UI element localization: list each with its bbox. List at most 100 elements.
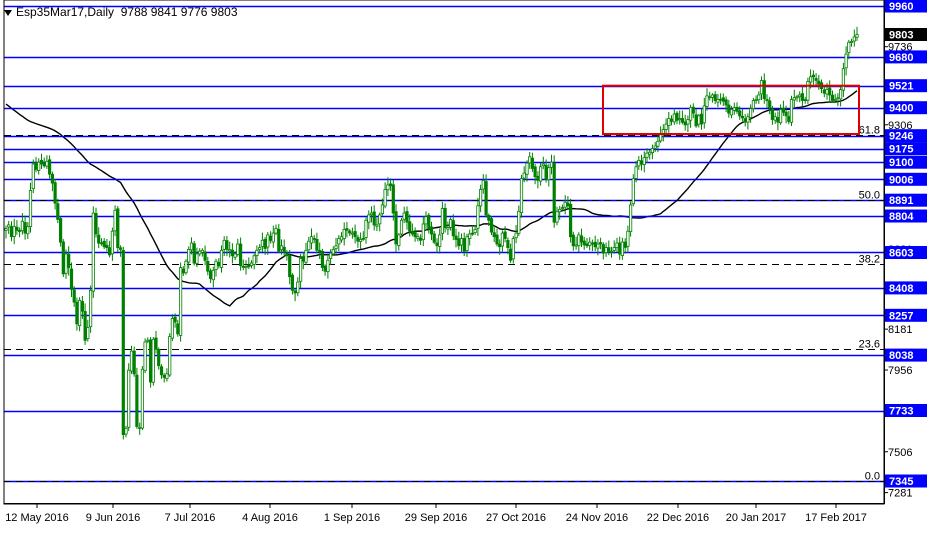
candle-body	[252, 255, 256, 265]
level-tag-8408: 8408	[889, 283, 913, 295]
candle-body	[620, 241, 625, 256]
candle-body	[689, 107, 693, 121]
candle	[170, 314, 174, 342]
candle-body	[72, 289, 76, 303]
candle-body	[388, 183, 393, 187]
candle-body	[626, 230, 630, 247]
candle-body	[773, 116, 777, 121]
candle-body	[26, 226, 30, 235]
candle-body	[593, 241, 597, 248]
candle	[140, 366, 144, 431]
candle-body	[694, 114, 698, 127]
candle-body	[841, 68, 846, 91]
ohlc-label: 9788 9841 9776 9803	[120, 5, 238, 19]
x-tick-labels: 12 May 2016 9 Jun 2016 7 Jul 2016 4 Aug 201…	[5, 503, 867, 524]
chevron-down-icon[interactable]	[4, 9, 12, 16]
candle-body	[470, 232, 475, 235]
candle-body	[288, 255, 292, 278]
candle	[59, 216, 63, 247]
candle-body	[418, 237, 423, 241]
y-tick-label: 8181	[888, 324, 912, 336]
candle-body	[135, 374, 139, 427]
candle-body	[315, 238, 319, 251]
candle-body	[154, 337, 158, 350]
candle-body	[849, 41, 854, 43]
candle-body	[230, 249, 234, 257]
candle-body	[768, 100, 772, 109]
candle-body	[830, 94, 835, 101]
candle-body	[547, 167, 551, 180]
candle-body	[438, 234, 442, 247]
candle-body	[789, 99, 794, 123]
candle-body	[473, 228, 477, 233]
candle-body	[151, 338, 155, 383]
candle-body	[138, 426, 142, 429]
y-tick-label: 7281	[888, 488, 912, 500]
candle-body	[219, 249, 224, 268]
level-tag-8804: 8804	[889, 211, 914, 223]
candle-body	[514, 232, 518, 239]
candle-body	[440, 208, 445, 234]
candle-body	[727, 104, 731, 114]
x-tick-label: 29 Sep 2016	[405, 512, 467, 524]
candle-body	[99, 242, 104, 245]
candle	[184, 259, 188, 275]
candle-body	[558, 208, 562, 213]
chart-svg: 61.850.038.223.60.0 97369306862181817956…	[0, 0, 928, 524]
candle-body	[664, 123, 668, 130]
candle-body	[541, 163, 545, 167]
candle-body	[48, 159, 52, 175]
candle-body	[555, 210, 559, 223]
candle-body	[37, 161, 41, 171]
candle-body	[176, 323, 180, 335]
candle-body	[241, 265, 245, 268]
candle-body	[618, 242, 622, 255]
candle-body	[146, 339, 150, 342]
x-tick-label: 12 May 2016	[5, 512, 69, 524]
candle-body	[358, 238, 363, 242]
chart[interactable]: 61.850.038.223.60.0 97369306862181817956…	[0, 0, 928, 528]
candle	[552, 155, 556, 228]
candle-body	[268, 235, 273, 241]
candle	[629, 201, 633, 237]
candle-body	[574, 244, 578, 247]
candle-body	[680, 118, 685, 123]
candle-body	[719, 98, 723, 101]
candle-body	[803, 99, 807, 101]
candle-body	[451, 220, 455, 237]
candle-body	[61, 241, 65, 275]
candle-body	[828, 87, 832, 96]
candle-body	[530, 157, 535, 169]
candle-body	[702, 105, 706, 124]
candle-body	[236, 243, 240, 255]
candle-body	[549, 161, 554, 168]
x-tick-label: 17 Feb 2017	[805, 512, 867, 524]
candle-body	[170, 317, 174, 339]
candle-body	[699, 113, 704, 125]
candle-body	[4, 228, 8, 231]
candle-body	[585, 243, 589, 247]
candle-body	[852, 36, 856, 42]
candle-body	[781, 107, 786, 113]
candle-body	[119, 247, 123, 250]
candle-body	[53, 182, 57, 204]
candle-body	[686, 119, 690, 125]
candle-body	[528, 156, 532, 164]
candle-body	[375, 224, 379, 227]
candle-body	[811, 74, 816, 78]
candle-body	[200, 249, 204, 253]
candle-body	[342, 228, 346, 239]
candle-body	[28, 189, 33, 227]
candle-body	[244, 266, 248, 269]
candle-body	[634, 166, 638, 179]
x-tick-label: 7 Jul 2016	[165, 512, 216, 524]
candle-body	[318, 250, 322, 252]
candle-body	[569, 203, 573, 238]
candle	[61, 239, 65, 277]
candle-body	[293, 290, 297, 294]
candle-body	[266, 234, 270, 248]
candle	[789, 95, 794, 126]
candle-body	[481, 179, 485, 190]
candle-body	[110, 230, 114, 255]
candle-body	[792, 97, 796, 101]
